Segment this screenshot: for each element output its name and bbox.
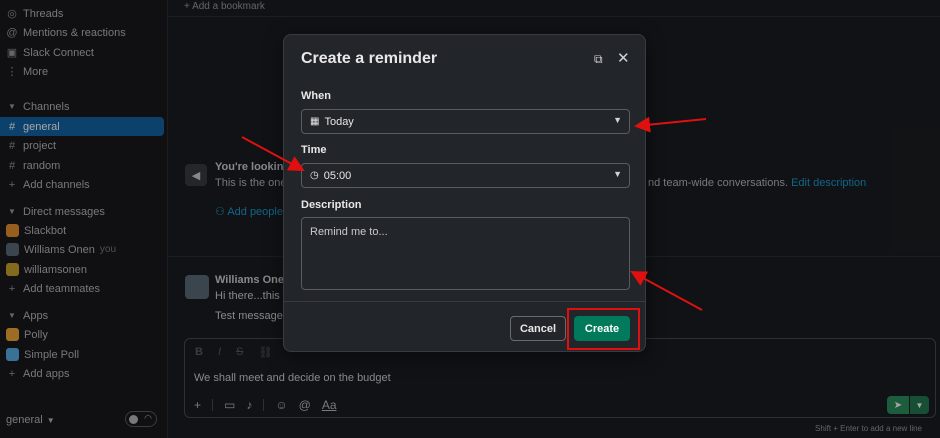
arrow-description [630, 271, 703, 311]
arrow-time [241, 136, 305, 171]
arrow-when [634, 116, 707, 133]
annotation-arrows [241, 116, 707, 311]
